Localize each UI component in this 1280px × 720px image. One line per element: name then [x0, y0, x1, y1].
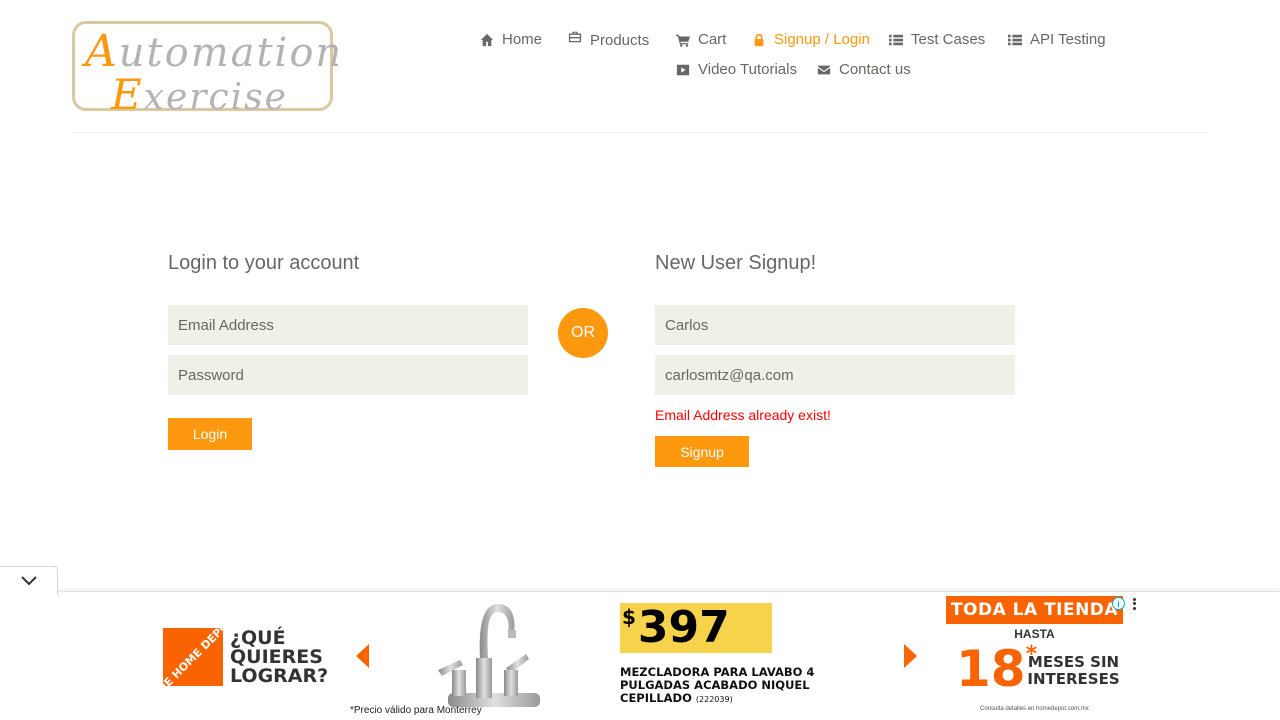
ad-price: $397 [622, 604, 730, 652]
list-icon [1008, 34, 1022, 45]
price-value: 397 [637, 602, 730, 653]
promo-hasta: HASTA [1014, 627, 1055, 641]
nav-test-cases-label: Test Cases [911, 31, 986, 48]
promo-months: 18* [956, 642, 1037, 696]
ad-banner[interactable]: THE HOME DEPOT ¿QUÉ QUIERES LOGRAR? *Pre… [138, 596, 1143, 720]
nav-video-tutorials[interactable]: Video Tutorials [676, 61, 797, 78]
envelope-icon [817, 65, 831, 74]
video-icon [676, 64, 690, 75]
nav-products-label: Products [590, 32, 650, 49]
logo-line-2: Exercise [111, 70, 288, 119]
price-currency: $ [622, 605, 636, 629]
promo-header: TODA LA TIENDA [946, 596, 1123, 624]
chevron-down-icon [20, 576, 37, 586]
list-icon [889, 34, 903, 45]
header-divider [72, 132, 1208, 133]
faucet-image [438, 604, 540, 707]
logo-letter-e: E [111, 70, 144, 119]
promo-text: MESES SIN INTERESES [1027, 653, 1120, 688]
nav-signup-login[interactable]: Signup / Login [752, 31, 870, 48]
product-sku: (222039) [695, 695, 733, 704]
ad-next-arrow-icon[interactable] [904, 644, 917, 668]
cart-icon [676, 34, 690, 47]
site-logo[interactable]: Automation Exercise [72, 21, 341, 119]
nav-api-testing[interactable]: API Testing [1008, 31, 1106, 48]
logo-text-2: xercise [143, 77, 288, 118]
lock-icon [754, 33, 764, 46]
nav-products[interactable]: Products [568, 31, 650, 49]
ad-promo: TODA LA TIENDA HASTA 18* MESES SIN INTER… [946, 596, 1123, 720]
or-separator: OR [558, 308, 608, 358]
ad-product-description: MEZCLADORA PARA LAVABO 4 PULGADAS ACABAD… [620, 666, 880, 706]
nav-video-tutorials-label: Video Tutorials [698, 61, 797, 78]
home-icon [480, 33, 494, 46]
ad-info-icon[interactable]: i [1112, 597, 1125, 610]
nav-signup-login-label: Signup / Login [774, 31, 870, 48]
nav-contact-us-label: Contact us [839, 61, 911, 78]
nav-api-testing-label: API Testing [1030, 31, 1106, 48]
nav-cart[interactable]: Cart [676, 31, 726, 48]
login-button[interactable]: Login [168, 418, 252, 450]
signup-name-input[interactable] [655, 305, 1015, 345]
nav-home-label: Home [502, 31, 543, 48]
home-depot-logo-text: THE HOME DEPOT [149, 613, 237, 701]
promo-fine-print: Consulta detalles en homedepot.com.mx [980, 706, 1089, 712]
login-form-title: Login to your account [168, 252, 360, 274]
nav-test-cases[interactable]: Test Cases [889, 31, 985, 48]
nav-home[interactable]: Home [480, 31, 542, 48]
signup-form-title: New User Signup! [655, 252, 817, 274]
signup-error-message: Email Address already exist! [655, 407, 831, 423]
login-password-input[interactable] [168, 355, 528, 395]
ad-slogan: ¿QUÉ QUIERES LOGRAR? [230, 627, 329, 687]
ad-price-note: *Precio válido para Monterrey [350, 705, 482, 716]
home-depot-logo: THE HOME DEPOT [149, 613, 236, 700]
promo-months-number: 18 [956, 640, 1026, 698]
ad-prev-arrow-icon[interactable] [356, 644, 369, 668]
nav-cart-label: Cart [698, 31, 727, 48]
products-icon [568, 31, 582, 42]
signup-button[interactable]: Signup [655, 436, 749, 467]
ad-collapse-tab[interactable] [0, 566, 58, 595]
signup-email-input[interactable] [655, 355, 1015, 395]
ad-menu-icon[interactable] [1130, 597, 1138, 611]
nav-contact-us[interactable]: Contact us [817, 61, 911, 78]
login-email-input[interactable] [168, 305, 528, 345]
site-header: Automation Exercise Home Products Cart S… [0, 0, 1280, 133]
